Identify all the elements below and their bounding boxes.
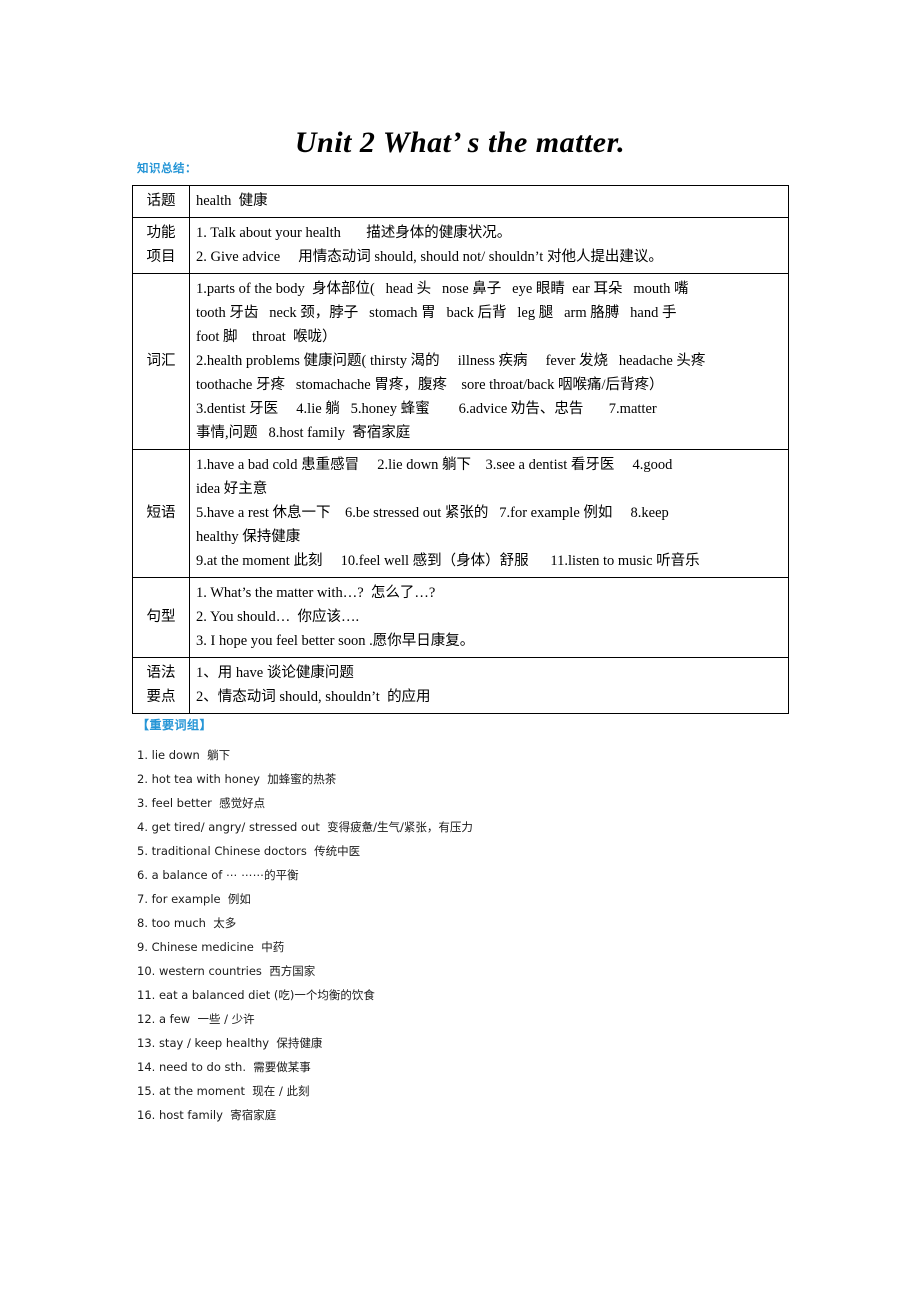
list-item: 5. traditional Chinese doctors 传统中医 xyxy=(137,844,361,858)
table-row: 功能 项目 1. Talk about your health 描述身体的健康状… xyxy=(132,217,789,274)
list-item: 3. feel better 感觉好点 xyxy=(137,796,266,810)
row-content-sentence-patterns: 1. What’s the matter with…? 怎么了…? 2. You… xyxy=(189,577,789,658)
row-content-vocabulary: 1.parts of the body 身体部位( head 头 nose 鼻子… xyxy=(189,273,789,450)
list-item: 4. get tired/ angry/ stressed out 变得疲惫/生… xyxy=(137,820,473,834)
knowledge-summary-table: 话题 health 健康 功能 项目 1. Talk about your he… xyxy=(132,185,789,714)
row-content-phrases: 1.have a bad cold 患重感冒 2.lie down 躺下 3.s… xyxy=(189,449,789,578)
list-item: 1. lie down 躺下 xyxy=(137,748,231,762)
list-item: 9. Chinese medicine 中药 xyxy=(137,940,285,954)
row-label-phrases: 短语 xyxy=(132,449,190,578)
list-item: 15. at the moment 现在 / 此刻 xyxy=(137,1084,310,1098)
row-content-function-items: 1. Talk about your health 描述身体的健康状况。 2. … xyxy=(189,217,789,274)
row-content-grammar-points: 1、用 have 谈论健康问题 2、情态动词 should, shouldn’t… xyxy=(189,657,789,714)
list-item: 13. stay / keep healthy 保持健康 xyxy=(137,1036,323,1050)
section-heading-knowledge-summary: 知识总结： xyxy=(137,161,197,175)
list-item: 6. a balance of ⋯ ⋯⋯的平衡 xyxy=(137,868,299,882)
list-item: 2. hot tea with honey 加蜂蜜的热茶 xyxy=(137,772,337,786)
row-label-topic: 话题 xyxy=(132,185,190,218)
row-label-function-items: 功能 项目 xyxy=(132,217,190,274)
list-item: 14. need to do sth. 需要做某事 xyxy=(137,1060,311,1074)
list-item: 16. host family 寄宿家庭 xyxy=(137,1108,277,1122)
row-label-grammar-points: 语法 要点 xyxy=(132,657,190,714)
list-item: 8. too much 太多 xyxy=(137,916,237,930)
page-title: Unit 2 What’ s the matter. xyxy=(294,126,626,160)
table-body: 话题 health 健康 功能 项目 1. Talk about your he… xyxy=(132,185,789,714)
list-item: 11. eat a balanced diet (吃)一个均衡的饮食 xyxy=(137,988,375,1002)
table-row: 词汇 1.parts of the body 身体部位( head 头 nose… xyxy=(132,273,789,450)
list-item: 12. a few 一些 / 少许 xyxy=(137,1012,255,1026)
table-row: 短语 1.have a bad cold 患重感冒 2.lie down 躺下 … xyxy=(132,449,789,578)
row-content-topic: health 健康 xyxy=(189,185,789,218)
table-row: 话题 health 健康 xyxy=(132,185,789,218)
list-item: 7. for example 例如 xyxy=(137,892,251,906)
document-page: Unit 2 What’ s the matter. 知识总结： 话题 heal… xyxy=(0,0,920,1302)
table-row: 句型 1. What’s the matter with…? 怎么了…? 2. … xyxy=(132,577,789,658)
row-label-vocabulary: 词汇 xyxy=(132,273,190,450)
section-heading-important-phrases: 【重要词组】 xyxy=(137,718,213,732)
table-row: 语法 要点 1、用 have 谈论健康问题 2、情态动词 should, sho… xyxy=(132,657,789,714)
important-phrases-list: 1. lie down 躺下 2. hot tea with honey 加蜂蜜… xyxy=(137,743,837,1127)
row-label-sentence-patterns: 句型 xyxy=(132,577,190,658)
list-item: 10. western countries 西方国家 xyxy=(137,964,316,978)
